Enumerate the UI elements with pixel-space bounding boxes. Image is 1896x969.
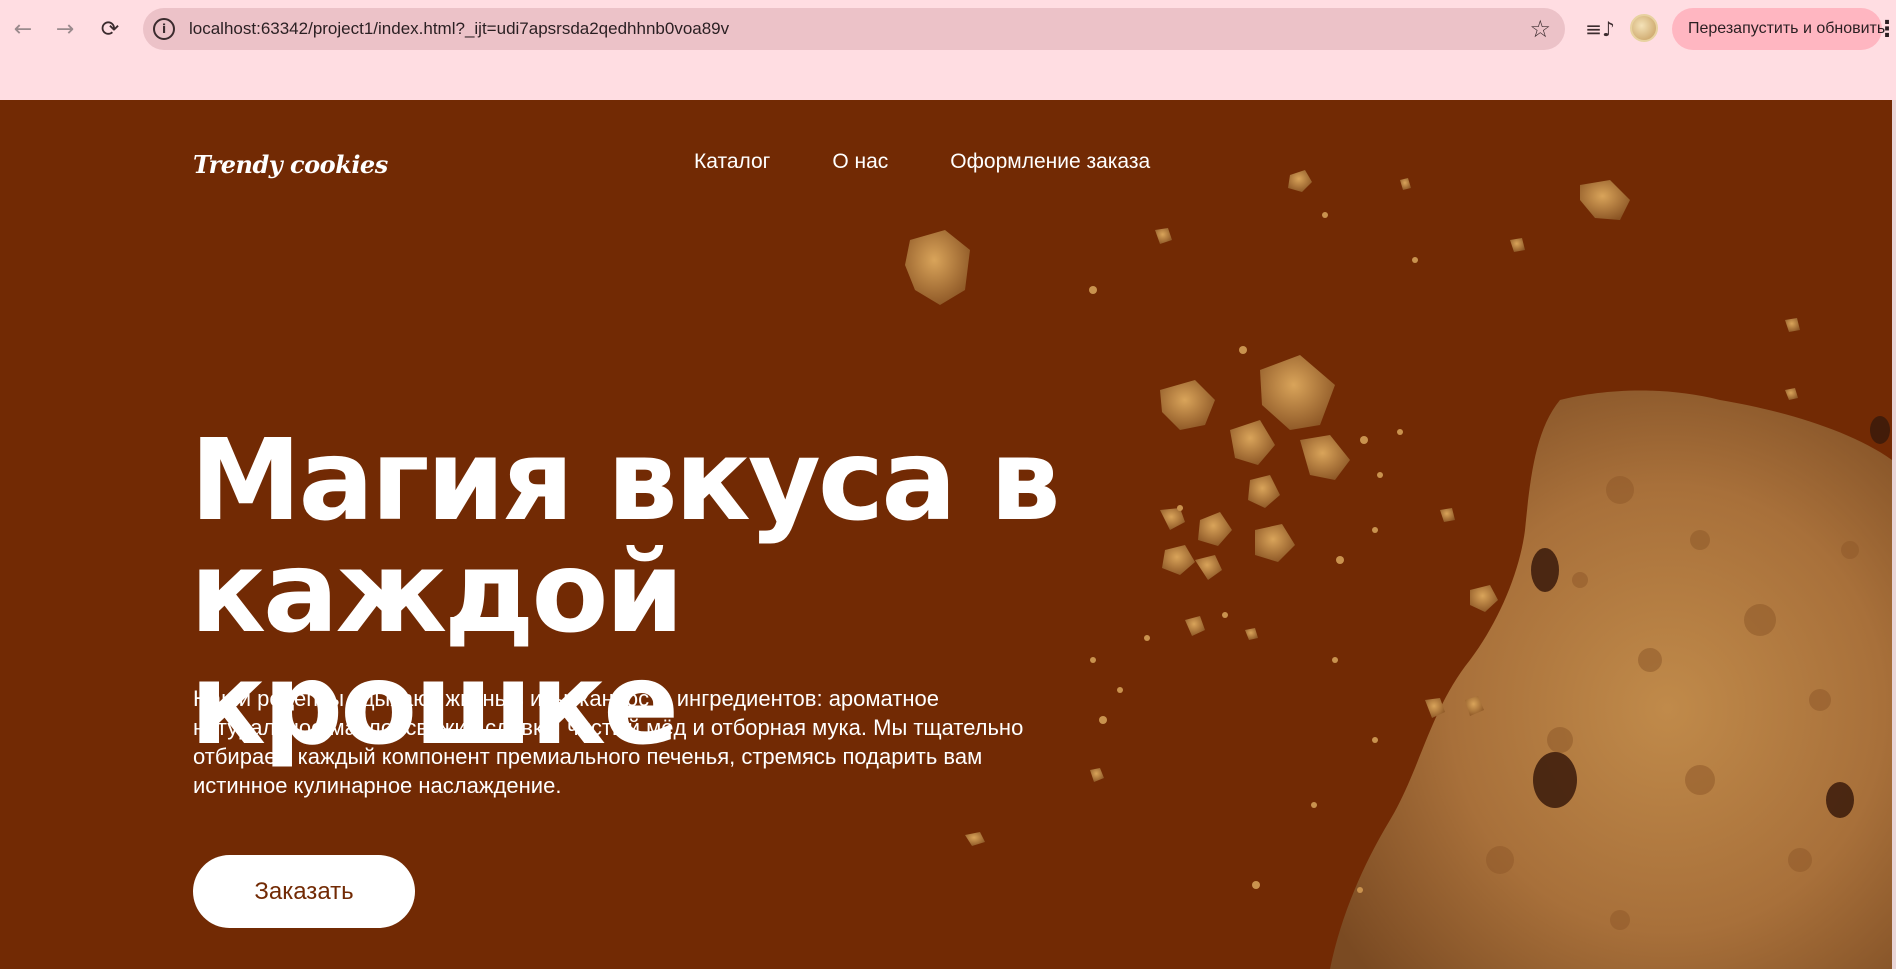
media-controls-icon[interactable]: ≡♪ xyxy=(1585,14,1615,44)
reload-button[interactable]: ⟳ xyxy=(95,14,125,44)
hero-title-line1: Магия вкуса в xyxy=(190,416,1061,546)
browser-menu-icon[interactable]: ⋮ xyxy=(1876,14,1896,44)
order-button[interactable]: Заказать xyxy=(193,855,415,928)
nav-link-catalog[interactable]: Каталог xyxy=(694,150,770,174)
url-text[interactable]: localhost:63342/project1/index.html?_ijt… xyxy=(189,19,729,39)
site-logo[interactable]: Trendy cookies xyxy=(193,150,388,179)
address-bar[interactable]: i localhost:63342/project1/index.html?_i… xyxy=(143,8,1565,50)
nav-link-about[interactable]: О нас xyxy=(832,150,888,174)
page-scrollbar[interactable] xyxy=(1892,100,1896,969)
nav-link-checkout[interactable]: Оформление заказа xyxy=(950,150,1150,174)
arrow-right-icon: → xyxy=(55,16,75,42)
back-button[interactable]: ← xyxy=(8,14,38,44)
hero-description: Наши рецепты вдыхают жизнь в изысканност… xyxy=(193,686,1024,798)
forward-button[interactable]: → xyxy=(50,14,80,44)
main-nav: Каталог О нас Оформление заказа xyxy=(694,150,1150,174)
profile-avatar[interactable] xyxy=(1630,14,1658,42)
site-info-icon[interactable]: i xyxy=(153,18,175,40)
relaunch-update-button[interactable]: Перезапустить и обновить xyxy=(1672,8,1885,50)
bookmark-star-icon[interactable]: ☆ xyxy=(1529,15,1551,43)
page-viewport: Trendy cookies Каталог О нас Оформление … xyxy=(0,100,1892,969)
browser-toolbar: ← → ⟳ i localhost:63342/project1/index.h… xyxy=(0,0,1896,100)
reload-icon: ⟳ xyxy=(100,16,120,42)
arrow-left-icon: ← xyxy=(13,16,33,42)
